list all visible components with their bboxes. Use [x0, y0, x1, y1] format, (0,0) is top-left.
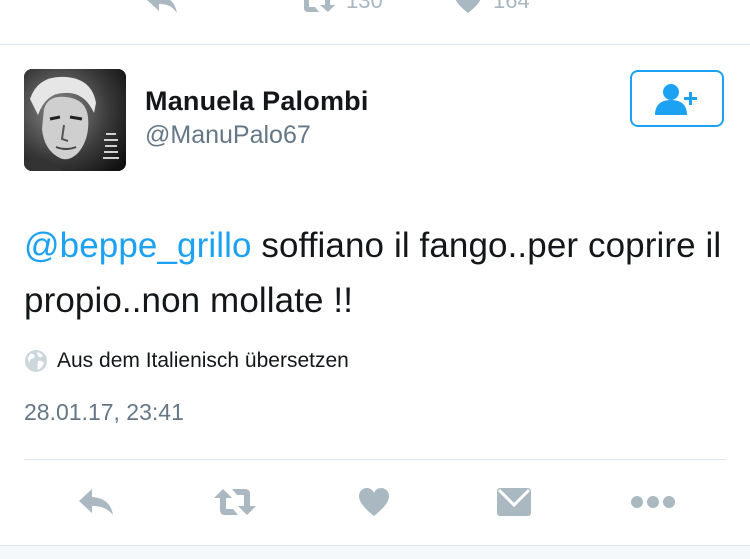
- like-icon: [455, 0, 481, 13]
- retweet-icon: [304, 0, 335, 12]
- reply-icon: [147, 0, 177, 13]
- previous-like-button[interactable]: 164: [453, 0, 530, 16]
- direct-message-icon: [497, 488, 531, 516]
- retweet-icon: [214, 489, 256, 515]
- follow-button[interactable]: [630, 70, 724, 127]
- like-button[interactable]: [356, 484, 392, 520]
- divider: [24, 459, 726, 460]
- avatar[interactable]: [24, 69, 126, 171]
- like-icon: [359, 488, 389, 516]
- divider: [0, 44, 750, 45]
- tweet-text: @beppe_grillo soffiano il fango..per cop…: [24, 218, 724, 328]
- more-button[interactable]: [630, 484, 676, 520]
- reply-icon: [79, 489, 113, 515]
- author-handle[interactable]: @ManuPalo67: [145, 121, 311, 150]
- previous-reply-button[interactable]: [145, 0, 179, 16]
- retweet-button[interactable]: [213, 484, 257, 520]
- globe-icon: [25, 350, 47, 372]
- next-section-edge: [0, 545, 750, 559]
- timestamp: 28.01.17, 23:41: [24, 399, 184, 425]
- previous-retweet-count: 130: [346, 0, 383, 13]
- translate-label: Aus dem Italienisch übersetzen: [57, 349, 349, 372]
- reply-button[interactable]: [76, 484, 116, 520]
- add-user-icon: [655, 83, 697, 115]
- direct-message-button[interactable]: [496, 484, 532, 520]
- translate-link[interactable]: Aus dem Italienisch übersetzen: [24, 349, 349, 373]
- previous-retweet-button[interactable]: 130: [298, 0, 383, 16]
- more-icon: [631, 496, 675, 508]
- mention-link[interactable]: @beppe_grillo: [24, 226, 252, 265]
- previous-tweet-actions: 130 164: [0, 0, 750, 40]
- previous-like-count: 164: [493, 0, 530, 13]
- author-display-name[interactable]: Manuela Palombi: [145, 86, 369, 117]
